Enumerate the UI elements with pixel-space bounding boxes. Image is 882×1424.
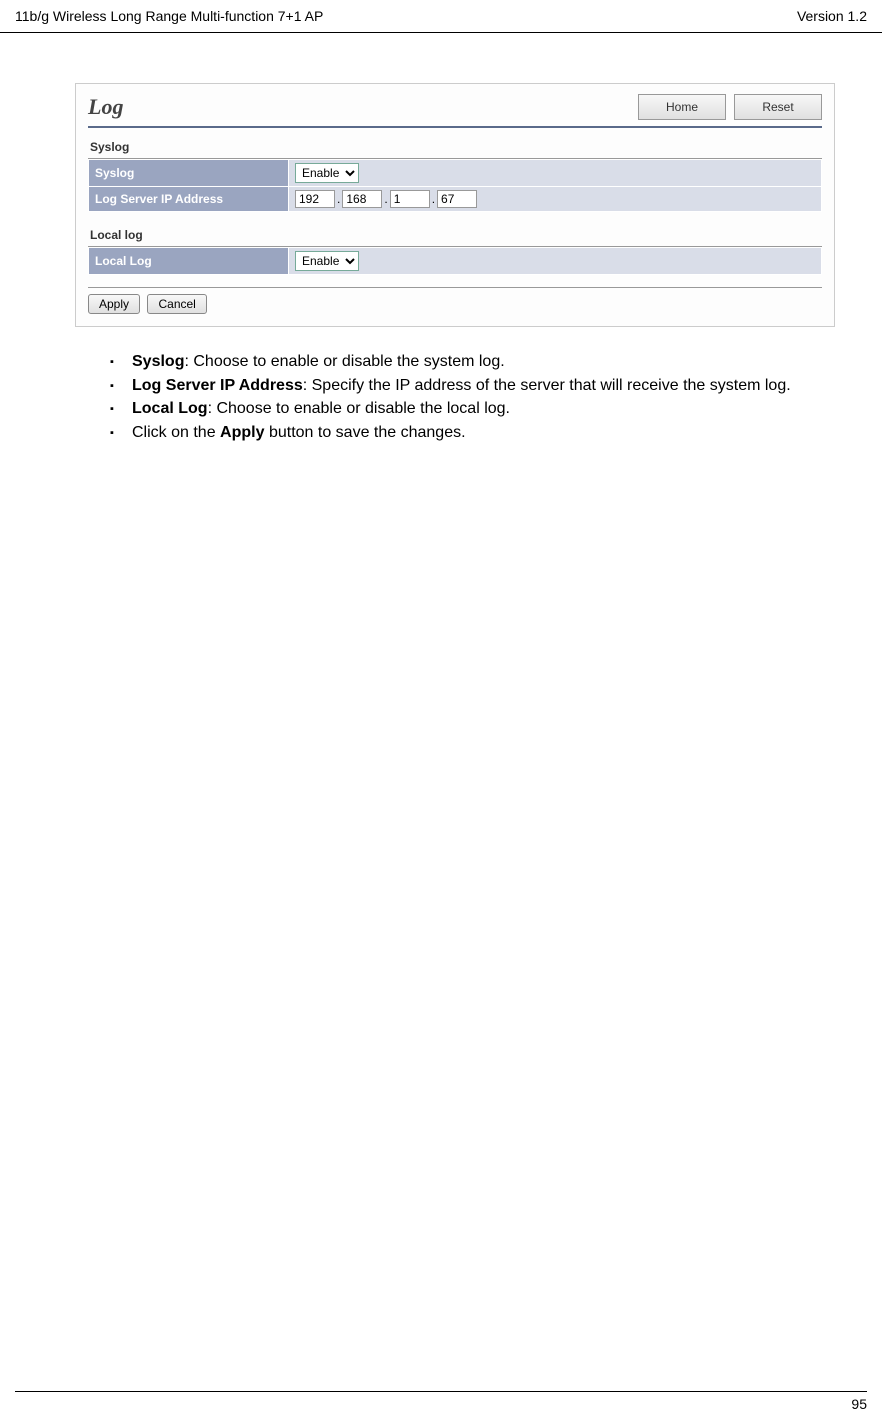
panel-title: Log — [88, 94, 123, 120]
bullet-text: : Choose to enable or disable the system… — [184, 353, 504, 370]
reset-button[interactable]: Reset — [734, 94, 822, 120]
syslog-label: Syslog — [89, 160, 289, 187]
list-item: Syslog: Choose to enable or disable the … — [110, 351, 822, 373]
content-area: Log Home Reset Syslog Syslog Enable Log … — [0, 33, 882, 443]
action-buttons-row: Apply Cancel — [88, 287, 822, 314]
syslog-input-cell: Enable — [289, 160, 822, 187]
home-button[interactable]: Home — [638, 94, 726, 120]
bullet-text: button to save the changes. — [265, 424, 466, 441]
description-bullets: Syslog: Choose to enable or disable the … — [110, 351, 822, 443]
page-footer: 95 — [15, 1391, 867, 1412]
local-log-table: Local Log Enable — [88, 247, 822, 275]
local-log-section-title: Local log — [88, 224, 822, 247]
ip-dot: . — [432, 192, 435, 206]
ip-label: Log Server IP Address — [89, 187, 289, 212]
log-header-row: Log Home Reset — [88, 94, 822, 128]
syslog-section-title: Syslog — [88, 136, 822, 159]
local-log-select[interactable]: Enable — [295, 251, 359, 271]
syslog-table: Syslog Enable Log Server IP Address ... — [88, 159, 822, 212]
table-row: Log Server IP Address ... — [89, 187, 822, 212]
bullet-text: Click on the — [132, 424, 220, 441]
ip-octet-4[interactable] — [437, 190, 477, 208]
bullet-bold: Apply — [220, 424, 264, 441]
list-item: Log Server IP Address: Specify the IP ad… — [110, 375, 822, 397]
apply-button[interactable]: Apply — [88, 294, 140, 314]
local-log-input-cell: Enable — [289, 248, 822, 275]
bullet-bold: Syslog — [132, 353, 184, 370]
bullet-bold: Local Log — [132, 400, 208, 417]
bullet-text: : Specify the IP address of the server t… — [303, 377, 791, 394]
page-number: 95 — [851, 1396, 867, 1412]
syslog-select[interactable]: Enable — [295, 163, 359, 183]
bullet-text: : Choose to enable or disable the local … — [208, 400, 510, 417]
log-config-panel: Log Home Reset Syslog Syslog Enable Log … — [75, 83, 835, 327]
ip-octet-3[interactable] — [390, 190, 430, 208]
page-header: 11b/g Wireless Long Range Multi-function… — [0, 0, 882, 33]
list-item: Click on the Apply button to save the ch… — [110, 422, 822, 444]
header-right: Version 1.2 — [797, 8, 867, 24]
bullet-bold: Log Server IP Address — [132, 377, 303, 394]
ip-octet-2[interactable] — [342, 190, 382, 208]
ip-input-cell: ... — [289, 187, 822, 212]
header-left: 11b/g Wireless Long Range Multi-function… — [15, 8, 323, 24]
ip-octet-1[interactable] — [295, 190, 335, 208]
table-row: Local Log Enable — [89, 248, 822, 275]
ip-dot: . — [337, 192, 340, 206]
table-row: Syslog Enable — [89, 160, 822, 187]
ip-dot: . — [384, 192, 387, 206]
list-item: Local Log: Choose to enable or disable t… — [110, 398, 822, 420]
header-buttons: Home Reset — [638, 94, 822, 120]
local-log-label: Local Log — [89, 248, 289, 275]
cancel-button[interactable]: Cancel — [147, 294, 206, 314]
